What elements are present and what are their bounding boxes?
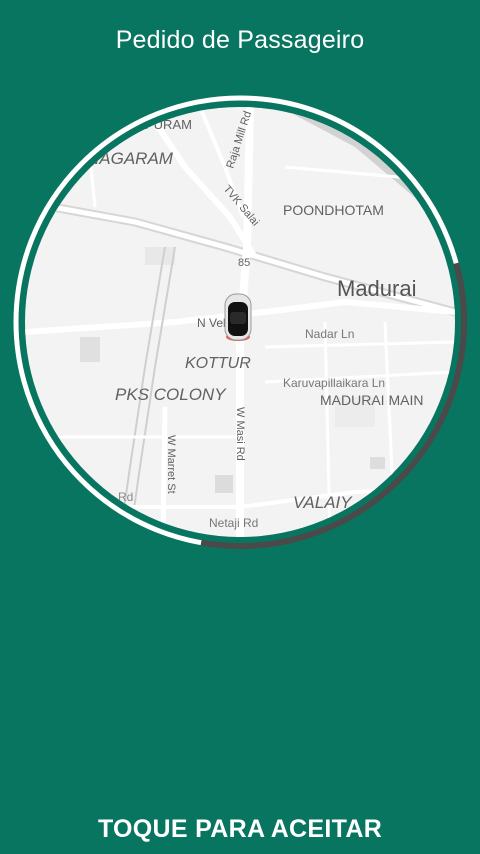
accept-button-label[interactable]: TOQUE PARA ACEITAR (0, 815, 480, 844)
accept-tap-area[interactable]: TOQUE PARA ACEITAR (0, 560, 480, 854)
countdown-ring (13, 95, 467, 549)
ride-request-card[interactable]: PURAM NAGARAM Raja Mill Rd TVK Salai POO… (0, 0, 480, 560)
timer-progress-arc (200, 262, 467, 549)
